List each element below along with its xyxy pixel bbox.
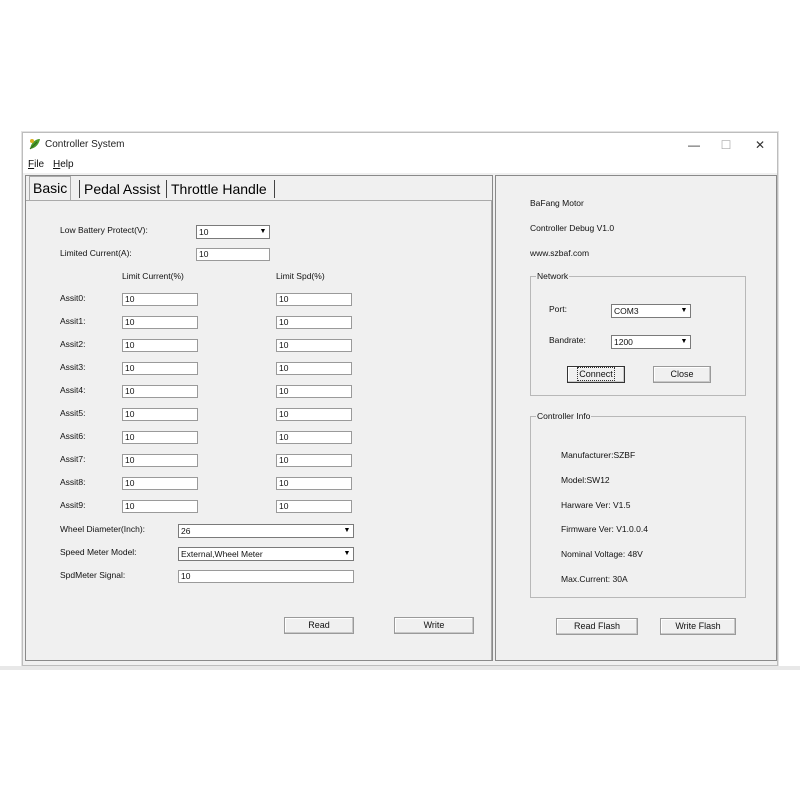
read-button[interactable]: Read: [284, 617, 354, 634]
baudrate-value: 1200: [614, 337, 633, 347]
minimize-button[interactable]: —: [679, 136, 709, 154]
connection-panel: BaFang Motor Controller Debug V1.0 www.s…: [495, 175, 777, 661]
assist-current-input[interactable]: 10: [122, 362, 198, 375]
port-label: Port:: [549, 304, 567, 314]
menu-help[interactable]: Help: [53, 159, 74, 170]
connect-button-label: Connect: [577, 367, 615, 381]
controller-info-title: Controller Info: [536, 411, 592, 421]
assist-label: Assit5:: [60, 408, 86, 418]
write-button[interactable]: Write: [394, 617, 474, 634]
network-group: Network Port: COM3 ▼ Bandrate: 1200 ▼ Co…: [530, 271, 746, 396]
close-window-button[interactable]: ✕: [745, 136, 775, 154]
speed-meter-model-label: Speed Meter Model:: [60, 547, 137, 557]
assist-spd-input[interactable]: 10: [276, 500, 352, 513]
assist-current-input[interactable]: 10: [122, 408, 198, 421]
settings-panel: Basic Pedal Assist Throttle Handle Low B…: [25, 175, 493, 661]
assist-label: Assit0:: [60, 293, 86, 303]
maximize-button[interactable]: ☐: [711, 136, 741, 154]
assist-spd-input[interactable]: 10: [276, 454, 352, 467]
assist-current-input[interactable]: 10: [122, 454, 198, 467]
menu-help-rest: elp: [60, 159, 74, 170]
wheel-diameter-select[interactable]: 26 ▼: [178, 524, 354, 538]
baudrate-label: Bandrate:: [549, 335, 586, 345]
menu-file-rest: ile: [34, 159, 45, 170]
network-group-title: Network: [536, 271, 570, 281]
debug-version-text: Controller Debug V1.0: [530, 223, 615, 233]
tab-pedal-assist[interactable]: Pedal Assist: [81, 178, 164, 200]
firmware-version-text: Firmware Ver: V1.0.0.4: [561, 524, 648, 534]
assist-current-input[interactable]: 10: [122, 477, 198, 490]
assist-label: Assit8:: [60, 477, 86, 487]
controller-system-window: Controller System — ☐ ✕ File Help Basic …: [22, 132, 778, 666]
assist-current-input[interactable]: 10: [122, 431, 198, 444]
assist-current-input[interactable]: 10: [122, 385, 198, 398]
chevron-down-icon: ▼: [343, 550, 351, 557]
model-text: Model:SW12: [561, 475, 610, 485]
assist-spd-input[interactable]: 10: [276, 362, 352, 375]
tab-throttle-handle[interactable]: Throttle Handle: [168, 178, 270, 200]
close-button[interactable]: Close: [653, 366, 711, 383]
assist-label: Assit1:: [60, 316, 86, 326]
spdmeter-signal-input[interactable]: 10: [178, 570, 354, 583]
tab-separator: [274, 180, 275, 198]
assist-label: Assit7:: [60, 454, 86, 464]
assist-spd-input[interactable]: 10: [276, 339, 352, 352]
limit-current-header: Limit Current(%): [122, 271, 184, 281]
low-battery-value: 10: [199, 227, 209, 237]
window-title: Controller System: [45, 139, 125, 150]
menu-file[interactable]: File: [28, 159, 44, 170]
chevron-down-icon: ▼: [680, 338, 688, 345]
assist-label: Assit9:: [60, 500, 86, 510]
chevron-down-icon: ▼: [343, 527, 351, 534]
connect-button[interactable]: Connect: [567, 366, 625, 383]
title-bar[interactable]: Controller System — ☐ ✕: [23, 133, 777, 157]
assist-label: Assit4:: [60, 385, 86, 395]
tab-basic[interactable]: Basic: [29, 176, 72, 201]
website-text: www.szbaf.com: [530, 248, 590, 258]
speed-meter-model-select[interactable]: External,Wheel Meter ▼: [178, 547, 354, 561]
assist-current-input[interactable]: 10: [122, 316, 198, 329]
tab-separator: [79, 180, 80, 198]
assist-spd-input[interactable]: 10: [276, 431, 352, 444]
controller-info-group: Controller Info Manufacturer:SZBF Model:…: [530, 411, 746, 598]
assist-spd-input[interactable]: 10: [276, 385, 352, 398]
low-battery-select[interactable]: 10 ▼: [196, 225, 270, 239]
max-current-text: Max.Current: 30A: [561, 574, 628, 584]
assist-label: Assit2:: [60, 339, 86, 349]
assist-spd-input[interactable]: 10: [276, 408, 352, 421]
tab-separator: [166, 180, 167, 198]
read-flash-button[interactable]: Read Flash: [556, 618, 638, 635]
spdmeter-signal-label: SpdMeter Signal:: [60, 570, 126, 580]
port-value: COM3: [614, 306, 639, 316]
brand-text: BaFang Motor: [530, 198, 584, 208]
hardware-version-text: Harware Ver: V1.5: [561, 500, 631, 510]
write-flash-button[interactable]: Write Flash: [660, 618, 736, 635]
assist-spd-input[interactable]: 10: [276, 316, 352, 329]
chevron-down-icon: ▼: [680, 307, 688, 314]
assist-label: Assit3:: [60, 362, 86, 372]
limit-spd-header: Limit Spd(%): [276, 271, 325, 281]
assist-spd-input[interactable]: 10: [276, 477, 352, 490]
port-select[interactable]: COM3 ▼: [611, 304, 691, 318]
low-battery-label: Low Battery Protect(V):: [60, 225, 148, 235]
menu-bar: File Help: [23, 157, 777, 173]
basic-tab-body: Low Battery Protect(V): 10 ▼ Limited Cur…: [26, 200, 492, 660]
assist-current-input[interactable]: 10: [122, 293, 198, 306]
app-leaf-icon: [29, 139, 40, 150]
wheel-diameter-value: 26: [181, 526, 191, 536]
speed-meter-model-value: External,Wheel Meter: [181, 549, 263, 559]
manufacturer-text: Manufacturer:SZBF: [561, 450, 636, 460]
assist-current-input[interactable]: 10: [122, 339, 198, 352]
limited-current-input[interactable]: 10: [196, 248, 270, 261]
chevron-down-icon: ▼: [259, 228, 267, 235]
assist-label: Assit6:: [60, 431, 86, 441]
assist-spd-input[interactable]: 10: [276, 293, 352, 306]
limited-current-label: Limited Current(A):: [60, 248, 132, 258]
assist-current-input[interactable]: 10: [122, 500, 198, 513]
wheel-diameter-label: Wheel Diameter(Inch):: [60, 524, 146, 534]
window-shadow-strip: [0, 666, 800, 670]
nominal-voltage-text: Nominal Voltage: 48V: [561, 549, 643, 559]
baudrate-select[interactable]: 1200 ▼: [611, 335, 691, 349]
